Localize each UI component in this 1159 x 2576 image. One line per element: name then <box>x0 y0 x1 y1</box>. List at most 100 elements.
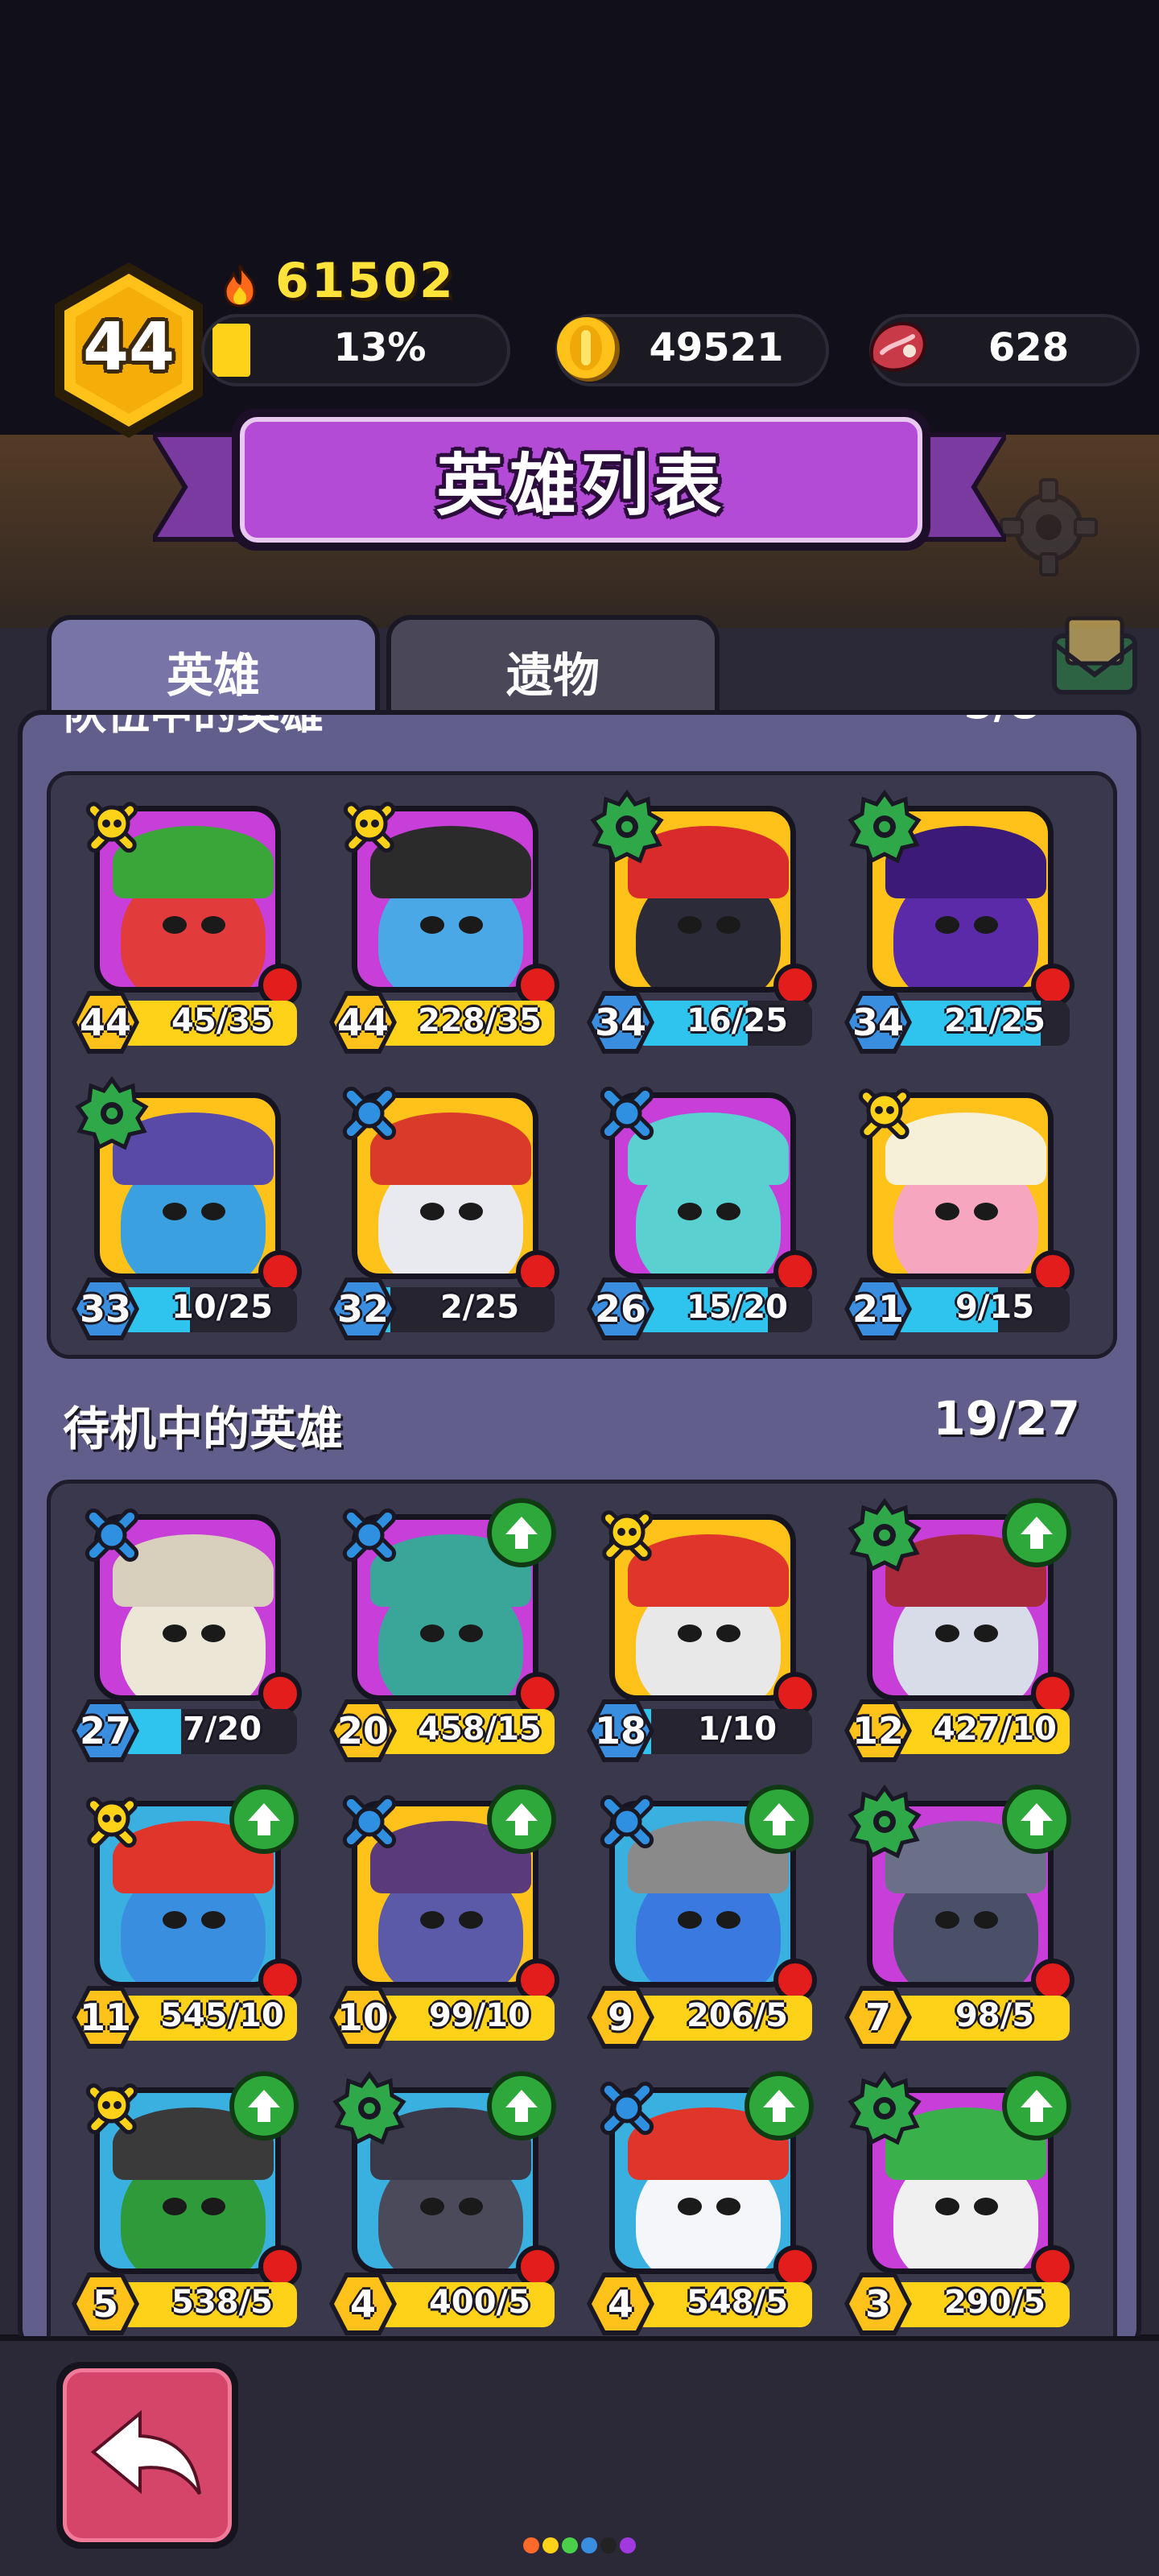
shard-progress-bar: 548/5 <box>633 2282 812 2327</box>
hero-eye <box>974 1911 998 1929</box>
hero-level-badge: 44 <box>68 988 142 1057</box>
hero-eye <box>678 1203 702 1220</box>
shard-progress-bar: 206/5 <box>633 1996 812 2041</box>
gear-class-icon <box>332 2070 406 2145</box>
upgrade-arrow-icon[interactable] <box>744 1785 814 1854</box>
upgrade-arrow-icon[interactable] <box>487 1785 556 1854</box>
skull-class-icon <box>85 802 138 853</box>
hero-eye <box>420 1203 444 1220</box>
shard-progress-bar: 10/25 <box>118 1287 297 1332</box>
arrow-up-icon <box>1021 1803 1053 1835</box>
hero-level-badge: 4 <box>326 2269 400 2339</box>
shard-progress-bar: 16/25 <box>633 1001 812 1046</box>
hero-level-badge: 18 <box>584 1696 658 1765</box>
player-level-badge[interactable]: 44 <box>50 259 208 441</box>
hero-card[interactable]: 1/10 18 <box>584 1498 817 1762</box>
hero-eye <box>716 1624 740 1642</box>
skull-class-icon <box>85 2083 138 2135</box>
hero-eye <box>716 1203 740 1220</box>
hero-class-badge <box>75 1075 149 1150</box>
page-dot <box>523 2537 539 2553</box>
shard-progress-bar: 545/10 <box>118 1996 297 2041</box>
arrow-up-icon <box>248 2090 280 2122</box>
shard-count: 545/10 <box>160 1997 284 2034</box>
hero-card[interactable]: 206/5 9 <box>584 1785 817 2049</box>
shard-progress-bar: 290/5 <box>891 2282 1070 2327</box>
hero-level-badge: 32 <box>326 1274 400 1344</box>
upgrade-arrow-icon[interactable] <box>487 2071 556 2140</box>
hero-class-badge <box>590 1076 664 1150</box>
hero-card[interactable]: 16/25 34 <box>584 789 817 1054</box>
back-button[interactable] <box>56 2362 238 2549</box>
player-level: 44 <box>82 309 175 386</box>
upgrade-arrow-icon[interactable] <box>229 2071 299 2140</box>
page-indicator <box>523 2537 636 2555</box>
shard-progress-bar: 228/35 <box>376 1001 555 1046</box>
shard-count: 2/25 <box>439 1289 520 1326</box>
hero-card[interactable]: 2/25 32 <box>326 1076 559 1340</box>
hero-card[interactable]: 10/25 33 <box>68 1075 302 1340</box>
gear-class-icon <box>75 1075 149 1150</box>
shard-count: 7/20 <box>182 1711 262 1748</box>
arrow-up-icon <box>1021 1517 1053 1549</box>
hero-card[interactable]: 228/35 44 <box>326 790 559 1054</box>
team-hero-grid: 45/35 44 228/35 44 16/25 34 21/25 34 10/25 33 2/25… <box>47 771 1117 1359</box>
shard-count: 538/5 <box>171 2284 273 2321</box>
shard-count: 9/15 <box>955 1289 1035 1326</box>
hero-card[interactable]: 98/5 7 <box>841 1784 1074 2049</box>
hero-level-badge: 4 <box>584 2269 658 2339</box>
hero-level-badge: 12 <box>841 1696 915 1765</box>
hero-class-badge <box>332 790 406 864</box>
hero-eye <box>974 2198 998 2215</box>
hero-class-badge <box>590 2071 664 2145</box>
hero-card[interactable]: 548/5 4 <box>584 2071 817 2335</box>
hero-card[interactable]: 15/20 26 <box>584 1076 817 1340</box>
upgrade-arrow-icon[interactable] <box>1002 1498 1071 1567</box>
shard-progress-bar: 1/10 <box>633 1709 812 1754</box>
hero-eye <box>678 1911 702 1929</box>
hero-list-panel[interactable]: 队伍中的英雄 5/8 45/3544228/354416/253421/2534… <box>18 710 1141 2352</box>
hero-eye <box>678 916 702 934</box>
hero-eye <box>201 916 225 934</box>
hero-card[interactable]: 21/25 34 <box>841 789 1074 1054</box>
hero-level: 34 <box>852 1001 904 1044</box>
hero-eye <box>420 1911 444 1929</box>
hero-card[interactable]: 99/10 10 <box>326 1785 559 2049</box>
page-dot <box>562 2537 578 2553</box>
hero-card[interactable]: 290/5 3 <box>841 2070 1074 2335</box>
hero-level: 33 <box>79 1287 131 1331</box>
hero-card[interactable]: 538/5 5 <box>68 2071 302 2335</box>
mail-icon[interactable] <box>1046 612 1143 700</box>
hero-class-badge <box>848 2070 922 2145</box>
shard-count: 548/5 <box>687 2284 788 2321</box>
hero-card[interactable]: 458/15 20 <box>326 1498 559 1762</box>
hero-card[interactable]: 7/20 27 <box>68 1498 302 1762</box>
hero-eye <box>201 1911 225 1929</box>
hero-card[interactable]: 9/15 21 <box>841 1076 1074 1340</box>
upgrade-arrow-icon[interactable] <box>229 1785 299 1854</box>
hero-level: 18 <box>594 1709 646 1752</box>
shard-progress-bar: 99/10 <box>376 1996 555 2041</box>
shard-progress-bar: 2/25 <box>376 1287 555 1332</box>
hero-card[interactable]: 400/5 4 <box>326 2070 559 2335</box>
hero-card[interactable]: 45/35 44 <box>68 790 302 1054</box>
hero-eye <box>459 1203 483 1220</box>
gear-icon[interactable] <box>996 475 1101 580</box>
xp-bar: 13% <box>201 314 510 386</box>
hero-card[interactable]: 427/10 12 <box>841 1497 1074 1762</box>
upgrade-arrow-icon[interactable] <box>1002 1785 1071 1854</box>
bench-section-count: 19/27 <box>933 1391 1080 1446</box>
arrow-up-icon <box>1021 2090 1053 2122</box>
xp-percent: 13% <box>333 325 427 370</box>
upgrade-arrow-icon[interactable] <box>1002 2071 1071 2140</box>
hero-level: 5 <box>92 2282 118 2326</box>
hero-eye <box>678 1624 702 1642</box>
team-section-label: 队伍中的英雄 <box>63 710 324 739</box>
hero-card[interactable]: 545/10 11 <box>68 1785 302 2049</box>
shard-progress-bar: 98/5 <box>891 1996 1070 2041</box>
page-dot <box>600 2537 617 2553</box>
shard-progress-bar: 45/35 <box>118 1001 297 1046</box>
hero-eye <box>935 916 959 934</box>
upgrade-arrow-icon[interactable] <box>744 2071 814 2140</box>
upgrade-arrow-icon[interactable] <box>487 1498 556 1567</box>
